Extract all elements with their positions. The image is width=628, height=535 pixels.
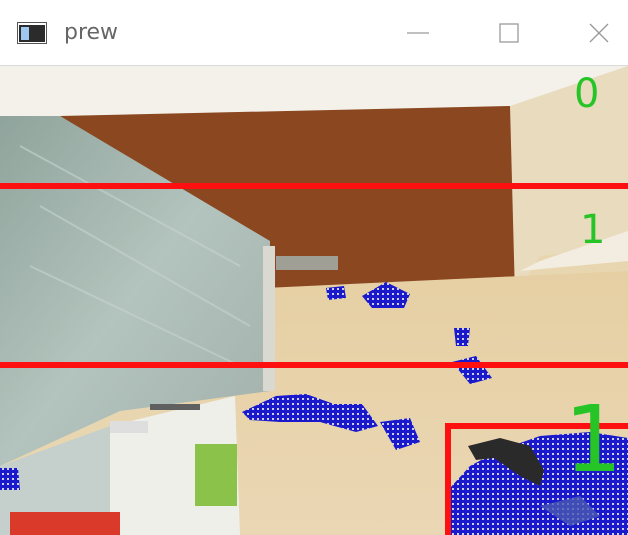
glass-frame (263, 246, 275, 391)
maximize-icon (499, 23, 519, 43)
minimize-button[interactable] (395, 14, 441, 52)
close-button[interactable] (576, 14, 622, 52)
maximize-button[interactable] (486, 14, 532, 52)
camera-preview: 0 1 1 (0, 66, 628, 535)
wall-sign (110, 421, 148, 433)
window-title: prew (64, 20, 119, 45)
zone-label-0: 0 (574, 71, 600, 117)
preview-window: prew 0 1 1 (0, 0, 628, 535)
app-icon (17, 22, 47, 44)
green-panel (195, 444, 237, 506)
minimize-icon (407, 32, 429, 34)
door-handle (276, 256, 338, 270)
camera-frame (0, 66, 628, 535)
wall-rail (150, 404, 200, 410)
zone-label-1: 1 (580, 207, 606, 253)
detection-count-label: 1 (564, 386, 623, 493)
red-object (10, 512, 120, 535)
title-bar[interactable]: prew (0, 0, 628, 66)
close-icon (589, 23, 609, 43)
